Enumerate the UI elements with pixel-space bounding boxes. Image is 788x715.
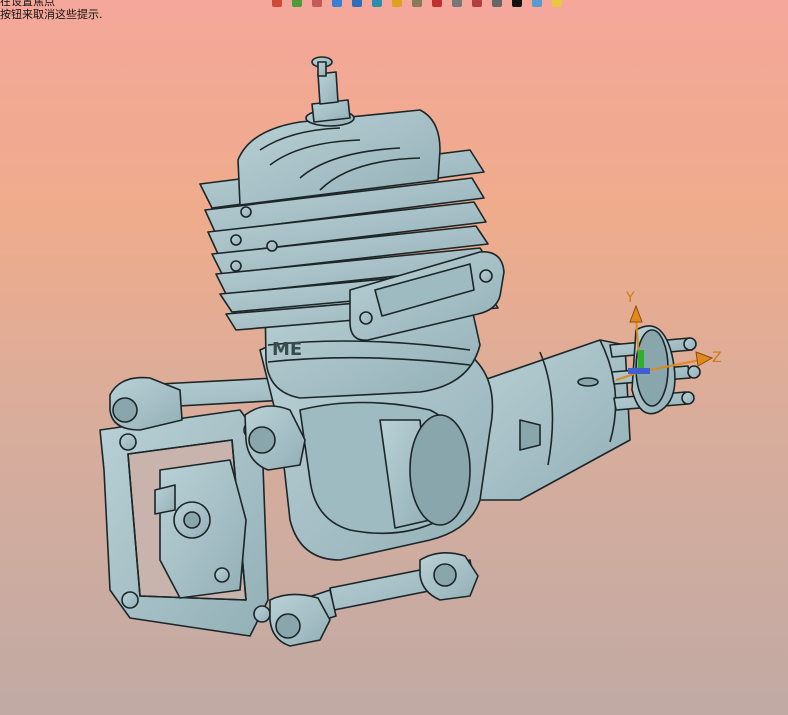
engine-model[interactable]: ME Y Z [0,0,788,715]
svg-text:ME: ME [272,339,302,360]
spark-plug [311,56,351,123]
coordinate-triad: Y Z [615,290,722,381]
carburetor [154,459,247,599]
axis-label-z: Z [712,350,722,366]
3d-viewport[interactable]: 在设置焦点 按钮来取消这些提示. ME Y Z [0,0,788,715]
axis-label-y: Y [625,290,635,306]
